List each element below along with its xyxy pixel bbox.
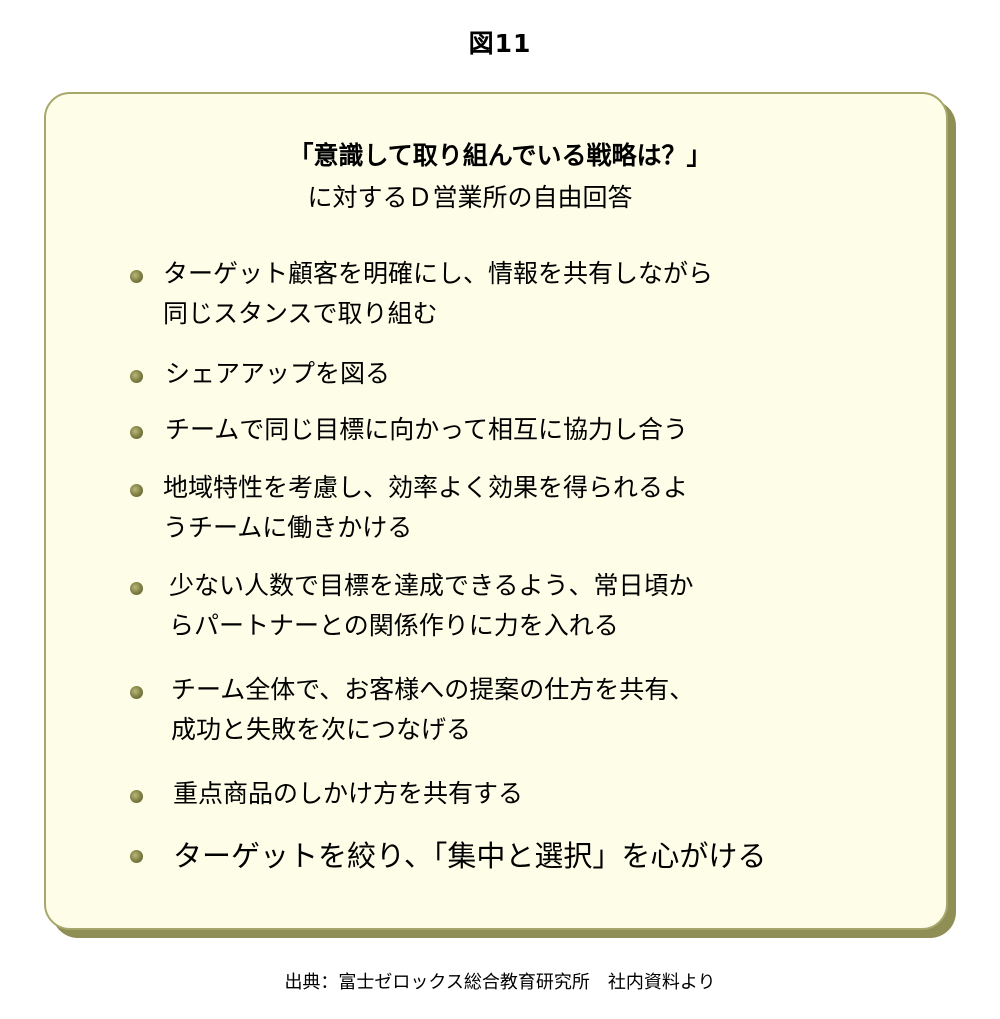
- bullet-icon: [130, 484, 143, 497]
- list-item: シェアアップを図る: [130, 354, 390, 394]
- list-item: 少ない人数で目標を達成できるよう、常日頃か らパートナーとの関係作りに力を入れる: [130, 566, 694, 646]
- bullet-icon: [130, 270, 143, 283]
- bullet-icon: [130, 790, 143, 803]
- list-item-text: ターゲット顧客を明確にし、情報を共有しながら 同じスタンスで取り組む: [163, 259, 714, 328]
- list-item-text: ターゲットを絞り、「集中と選択」を心がける: [173, 839, 767, 873]
- bullet-icon: [130, 370, 143, 383]
- list-item: 地域特性を考慮し、効率よく効果を得られるよ うチームに働きかける: [130, 468, 688, 548]
- figure-label: 図11: [468, 29, 532, 58]
- bullet-icon: [130, 850, 143, 863]
- bullet-icon: [130, 582, 143, 595]
- question-heading: 「意識して取り組んでいる戦略は？」: [288, 141, 712, 170]
- list-item-text: チーム全体で、お客様への提案の仕方を共有、 成功と失敗を次につなげる: [171, 675, 695, 744]
- source-note: 出典：富士ゼロックス総合教育研究所 社内資料より: [284, 972, 716, 993]
- list-item: ターゲット顧客を明確にし、情報を共有しながら 同じスタンスで取り組む: [130, 254, 713, 334]
- question-subheading: に対するＤ営業所の自由回答: [307, 183, 633, 212]
- bullet-icon: [130, 426, 143, 439]
- list-item-text: 地域特性を考慮し、効率よく効果を得られるよ うチームに働きかける: [163, 473, 689, 542]
- bullet-icon: [130, 686, 143, 699]
- list-item: チームで同じ目標に向かって相互に協力し合う: [130, 410, 688, 450]
- list-item: 重点商品のしかけ方を共有する: [130, 774, 523, 814]
- list-item-text: 少ない人数で目標を達成できるよう、常日頃か らパートナーとの関係作りに力を入れる: [169, 571, 694, 640]
- list-item-text: 重点商品のしかけ方を共有する: [173, 779, 524, 808]
- list-item-text: チームで同じ目標に向かって相互に協力し合う: [165, 415, 689, 444]
- list-item: ターゲットを絞り、「集中と選択」を心がける: [130, 836, 766, 876]
- list-item: チーム全体で、お客様への提案の仕方を共有、 成功と失敗を次につなげる: [130, 670, 694, 750]
- list-item-text: シェアアップを図る: [165, 359, 391, 388]
